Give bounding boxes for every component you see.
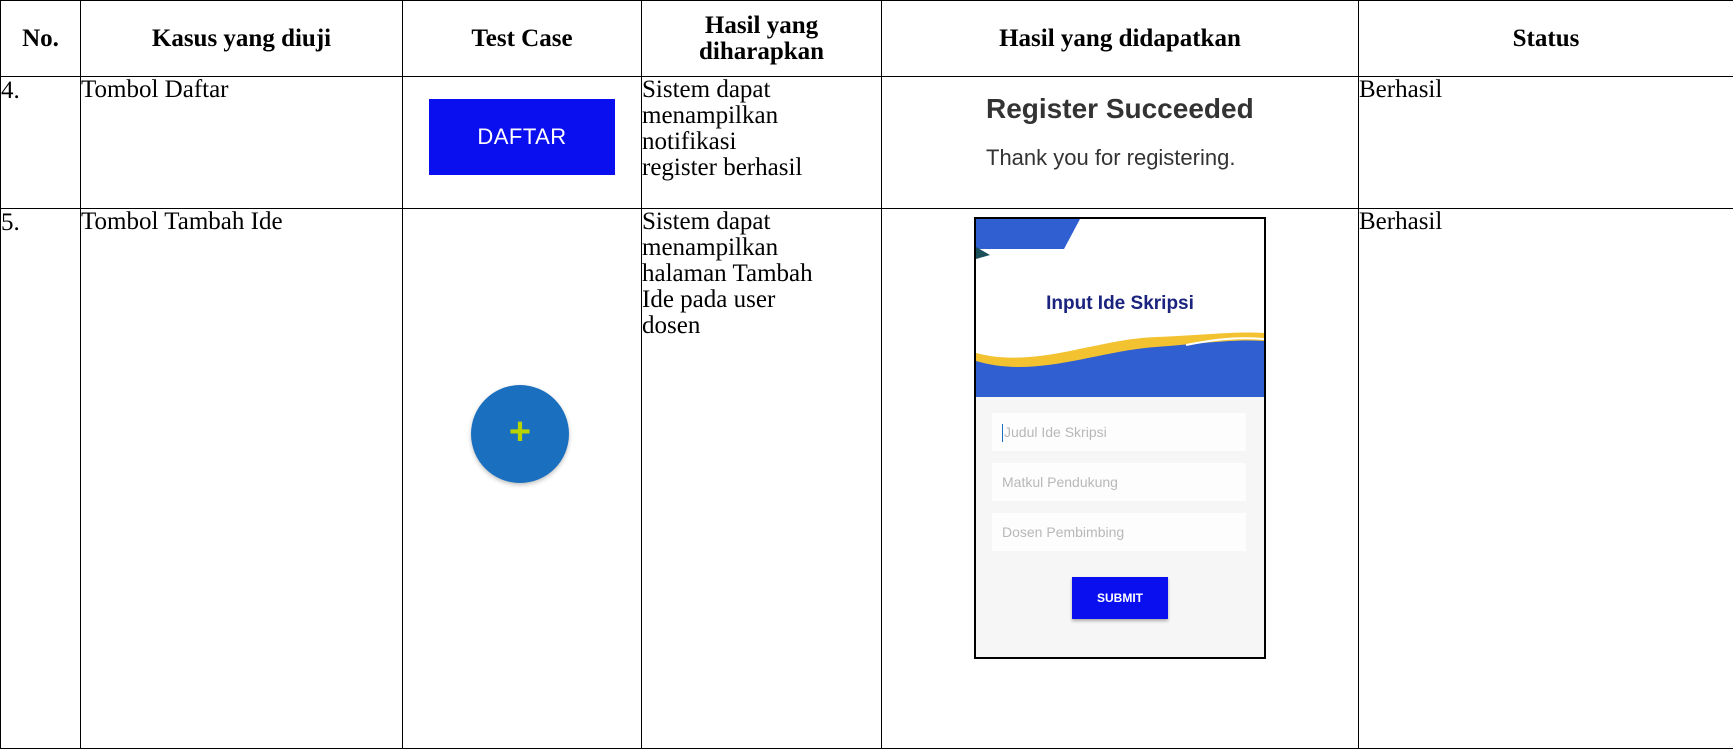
expected-line: dosen [642,312,701,339]
row-hasil-diharapkan: Sistem dapat menampilkan halaman Tambah … [641,208,882,749]
test-results-table: No. Kasus yang diuji Test Case Hasil yan… [0,0,1733,749]
header-hasil-didapatkan: Hasil yang didapatkan [881,0,1359,77]
phone-screenshot: Input Ide Skripsi Judul Ide Skripsi Matk… [974,217,1266,659]
matkul-placeholder: Matkul Pendukung [1002,474,1118,490]
row-status: Berhasil [1358,208,1733,749]
dialog-message: Thank you for registering. [986,145,1236,170]
row-test-case: DAFTAR [402,76,642,209]
judul-placeholder: Judul Ide Skripsi [1004,424,1107,440]
row-hasil-diharapkan: Sistem dapat menampilkan notifikasi regi… [641,76,882,209]
row-hasil-didapatkan: Input Ide Skripsi Judul Ide Skripsi Matk… [881,208,1359,749]
add-icon: + [508,411,532,453]
header-kasus: Kasus yang diuji [80,0,403,77]
dosen-field[interactable]: Dosen Pembimbing [992,513,1246,551]
expected-line: register berhasil [642,154,803,181]
expected-line: menampilkan [642,234,779,261]
table-row: 4. Tombol Daftar DAFTAR Sistem dapat men… [0,76,1733,209]
header-no: No. [0,0,81,77]
text-cursor [1002,424,1003,443]
header-status: Status [1358,0,1733,77]
expected-line: menampilkan [642,102,779,129]
table-row: 5. Tombol Tambah Ide + Sistem dapat mena… [0,208,1733,749]
expected-line: notifikasi [642,128,737,155]
row-kasus: Tombol Tambah Ide [80,208,403,749]
row-number: 5. [0,208,81,749]
header-row: No. Kasus yang diuji Test Case Hasil yan… [0,0,1733,77]
submit-button[interactable]: SUBMIT [1072,577,1168,619]
expected-line: halaman Tambah [642,260,813,287]
header-hasil-diharapkan: Hasil yang diharapkan [641,0,882,77]
header-test-case: Test Case [402,0,642,77]
matkul-field[interactable]: Matkul Pendukung [992,463,1246,501]
add-idea-fab[interactable]: + [471,385,569,483]
expected-line: Sistem dapat [642,76,771,103]
dialog-title: Register Succeeded [986,93,1254,124]
judul-field[interactable]: Judul Ide Skripsi [992,413,1246,451]
idea-form: Judul Ide Skripsi Matkul Pendukung Dosen… [976,397,1264,657]
dosen-placeholder: Dosen Pembimbing [1002,524,1125,540]
expected-line: Ide pada user [642,286,776,313]
row-test-case: + [402,208,642,749]
row-hasil-didapatkan: Register Succeeded Thank you for registe… [881,76,1359,209]
row-number: 4. [0,76,81,209]
row-kasus: Tombol Daftar [80,76,403,209]
expected-line: Sistem dapat [642,208,771,235]
daftar-button[interactable]: DAFTAR [429,99,615,175]
screen-title: Input Ide Skripsi [1046,293,1194,314]
row-status: Berhasil [1358,76,1733,209]
